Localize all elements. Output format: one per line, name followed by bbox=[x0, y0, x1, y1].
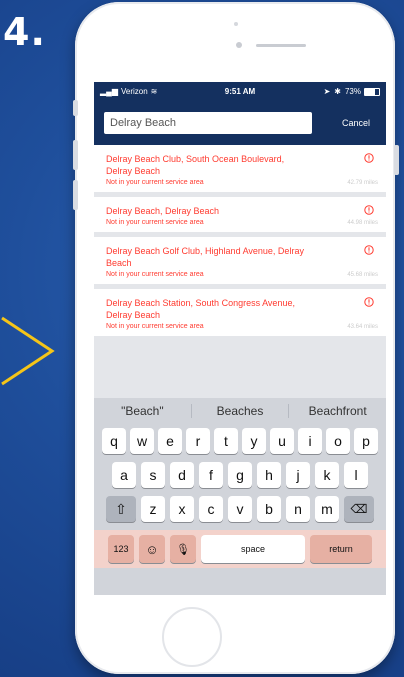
key[interactable]: b bbox=[257, 496, 281, 522]
key[interactable]: p bbox=[354, 428, 378, 454]
keyboard: "Beach" Beaches Beachfront q w e r t y u… bbox=[94, 398, 386, 595]
key[interactable]: h bbox=[257, 462, 281, 488]
result-name: Delray Beach Golf Club, Highland Avenue,… bbox=[106, 246, 304, 268]
volume-down-button bbox=[73, 180, 78, 210]
emoji-icon[interactable]: ☺ bbox=[139, 535, 165, 563]
result-distance: 45.68 miles bbox=[347, 272, 378, 278]
result-note: Not in your current service area bbox=[106, 179, 204, 186]
key[interactable]: t bbox=[214, 428, 238, 454]
result-name: Delray Beach, Delray Beach bbox=[106, 206, 220, 216]
result-item[interactable]: Delray Beach Station, South Congress Ave… bbox=[94, 289, 386, 336]
result-item[interactable]: Delray Beach Golf Club, Highland Avenue,… bbox=[94, 237, 386, 284]
result-note: Not in your current service area bbox=[106, 271, 204, 278]
key-row-3: ⇧ z x c v b n m ⌫ bbox=[94, 496, 386, 522]
backspace-icon[interactable]: ⌫ bbox=[344, 496, 374, 522]
key-row-4: 123 ☺ 🎙 space return bbox=[94, 530, 386, 568]
key[interactable]: c bbox=[199, 496, 223, 522]
key[interactable]: l bbox=[344, 462, 368, 488]
return-key[interactable]: return bbox=[310, 535, 372, 563]
suggestion-item[interactable]: Beaches bbox=[192, 404, 290, 418]
key[interactable]: w bbox=[130, 428, 154, 454]
result-name: Delray Beach Club, South Ocean Boulevard… bbox=[106, 154, 285, 176]
front-camera bbox=[236, 42, 242, 48]
result-item[interactable]: Delray Beach, Delray Beach Not in your c… bbox=[94, 197, 386, 232]
suggestion-item[interactable]: Beachfront bbox=[289, 404, 386, 418]
result-item[interactable]: Delray Beach Club, South Ocean Boulevard… bbox=[94, 145, 386, 192]
key[interactable]: x bbox=[170, 496, 194, 522]
key-row-1: q w e r t y u i o p bbox=[94, 428, 386, 454]
sensor-dot bbox=[234, 22, 238, 26]
key-row-2: a s d f g h j k l bbox=[94, 462, 386, 488]
info-icon[interactable] bbox=[364, 153, 374, 163]
microphone-icon[interactable]: 🎙 bbox=[170, 535, 196, 563]
info-icon[interactable] bbox=[364, 205, 374, 215]
clock: 9:51 AM bbox=[224, 87, 256, 96]
shift-icon[interactable]: ⇧ bbox=[106, 496, 136, 522]
result-distance: 44.98 miles bbox=[347, 220, 378, 226]
info-icon[interactable] bbox=[364, 297, 374, 307]
key[interactable]: i bbox=[298, 428, 322, 454]
result-distance: 43.64 miles bbox=[347, 324, 378, 330]
phone-screen: ▂▄▆ Verizon ≋ 9:51 AM ➤ ✱ 73% Delray Bea… bbox=[94, 82, 386, 595]
key[interactable]: u bbox=[270, 428, 294, 454]
result-note: Not in your current service area bbox=[106, 323, 204, 330]
cancel-button[interactable]: Cancel bbox=[342, 118, 370, 128]
key[interactable]: g bbox=[228, 462, 252, 488]
key[interactable]: k bbox=[315, 462, 339, 488]
status-bar: ▂▄▆ Verizon ≋ 9:51 AM ➤ ✱ 73% bbox=[94, 82, 386, 101]
key[interactable]: n bbox=[286, 496, 310, 522]
result-name: Delray Beach Station, South Congress Ave… bbox=[106, 298, 295, 320]
key[interactable]: q bbox=[102, 428, 126, 454]
suggestion-item[interactable]: "Beach" bbox=[94, 404, 192, 418]
key[interactable]: f bbox=[199, 462, 223, 488]
step-number: 4. bbox=[3, 10, 46, 54]
space-key[interactable]: space bbox=[201, 535, 305, 563]
key[interactable]: v bbox=[228, 496, 252, 522]
key[interactable]: a bbox=[112, 462, 136, 488]
power-button bbox=[394, 145, 399, 175]
mute-switch bbox=[73, 100, 78, 116]
results-list: Delray Beach Club, South Ocean Boulevard… bbox=[94, 145, 386, 398]
key[interactable]: z bbox=[141, 496, 165, 522]
earpiece-speaker bbox=[256, 44, 306, 47]
result-distance: 42.79 miles bbox=[347, 180, 378, 186]
search-header: Delray Beach Cancel bbox=[94, 101, 386, 145]
key[interactable]: j bbox=[286, 462, 310, 488]
search-input[interactable]: Delray Beach bbox=[104, 112, 312, 134]
arrow-icon bbox=[1, 316, 55, 386]
volume-up-button bbox=[73, 140, 78, 170]
numbers-key[interactable]: 123 bbox=[108, 535, 134, 563]
key[interactable]: y bbox=[242, 428, 266, 454]
result-note: Not in your current service area bbox=[106, 219, 204, 226]
info-icon[interactable] bbox=[364, 245, 374, 255]
key[interactable]: e bbox=[158, 428, 182, 454]
key[interactable]: r bbox=[186, 428, 210, 454]
key[interactable]: o bbox=[326, 428, 350, 454]
key[interactable]: d bbox=[170, 462, 194, 488]
home-button[interactable] bbox=[162, 607, 222, 667]
key[interactable]: s bbox=[141, 462, 165, 488]
suggestion-bar: "Beach" Beaches Beachfront bbox=[94, 398, 386, 424]
key[interactable]: m bbox=[315, 496, 339, 522]
